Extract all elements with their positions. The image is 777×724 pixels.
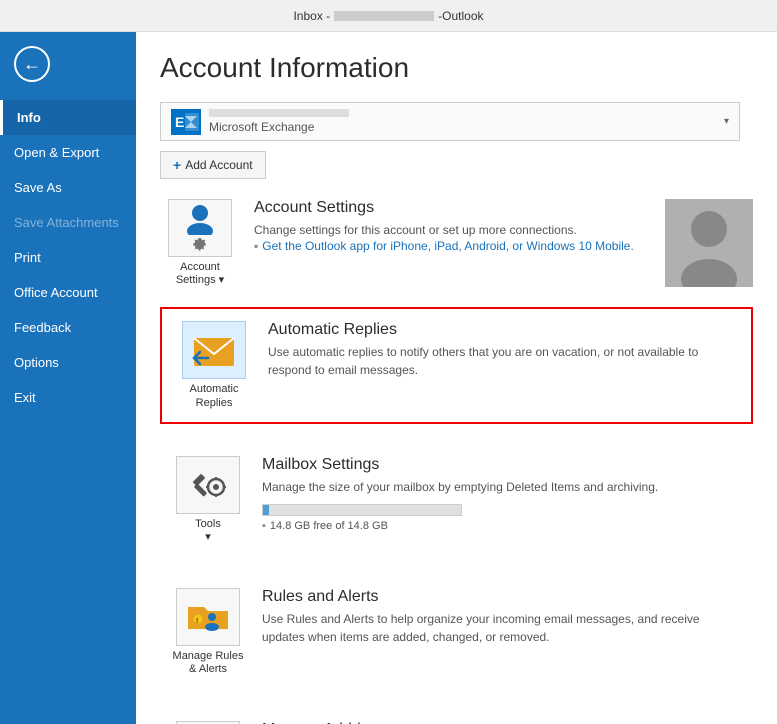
add-account-label: Add Account — [185, 158, 252, 172]
mailbox-settings-title: Mailbox Settings — [262, 456, 745, 474]
account-name-area: Microsoft Exchange — [209, 109, 716, 134]
account-dropdown-arrow-icon: ▾ — [724, 116, 729, 127]
mailbox-progress-container: 14.8 GB free of 14.8 GB — [262, 504, 745, 532]
automatic-replies-title: Automatic Replies — [268, 321, 739, 339]
account-email-redacted — [209, 109, 349, 117]
svg-text:E: E — [175, 114, 184, 130]
outlook-app-link[interactable]: Get the Outlook app for iPhone, iPad, An… — [254, 239, 665, 253]
mailbox-settings-card: Tools▾ Mailbox Settings Manage the size … — [160, 444, 753, 556]
account-settings-title: Account Settings — [254, 199, 665, 217]
sidebar-item-open-export[interactable]: Open & Export — [0, 135, 136, 170]
sidebar-item-office-account[interactable]: Office Account — [0, 275, 136, 310]
profile-silhouette-icon — [665, 199, 753, 287]
rules-alerts-icon-label: Manage Rules& Alerts — [173, 650, 244, 676]
account-settings-card: AccountSettings ▾ Account Settings Chang… — [160, 199, 753, 287]
automatic-replies-icon-area: AutomaticReplies — [174, 321, 254, 409]
app-name: Outlook — [442, 9, 483, 23]
sidebar-item-feedback[interactable]: Feedback — [0, 310, 136, 345]
back-circle-icon: ← — [14, 46, 50, 82]
inbox-label: Inbox - — [293, 9, 330, 23]
rules-icon: ! — [186, 599, 230, 635]
mailbox-settings-content: Mailbox Settings Manage the size of your… — [262, 456, 745, 532]
sidebar-nav: Info Open & Export Save As Save Attachme… — [0, 100, 136, 415]
mailbox-storage-label: 14.8 GB free of 14.8 GB — [262, 520, 745, 532]
content-area: Account Information E Microsoft Exchange… — [136, 32, 777, 724]
sidebar-item-options[interactable]: Options — [0, 345, 136, 380]
mailbox-progress-fill — [263, 505, 269, 515]
tools-icon — [188, 469, 228, 501]
exchange-logo-icon: E — [171, 109, 201, 135]
sidebar-item-save-attachments: Save Attachments — [0, 205, 136, 240]
automatic-replies-icon — [192, 332, 236, 368]
top-bar: Inbox - - Outlook — [0, 0, 777, 32]
mailbox-settings-icon-box — [176, 456, 240, 514]
rules-alerts-desc: Use Rules and Alerts to help organize yo… — [262, 610, 745, 646]
automatic-replies-desc: Use automatic replies to notify others t… — [268, 343, 739, 379]
exchange-icon-area: E — [171, 110, 201, 134]
page-title: Account Information — [160, 52, 753, 84]
account-settings-icon-box — [168, 199, 232, 257]
account-settings-icon-label: AccountSettings ▾ — [176, 261, 224, 287]
tools-icon-label: Tools▾ — [195, 518, 221, 544]
account-settings-content: Account Settings Change settings for thi… — [254, 199, 665, 253]
manage-addins-icon-area[interactable]: Manage Add-ins — [168, 721, 248, 724]
svg-text:!: ! — [196, 618, 198, 625]
manage-addins-icon-box — [176, 721, 240, 724]
account-selector[interactable]: E Microsoft Exchange ▾ — [160, 102, 740, 141]
automatic-replies-card[interactable]: AutomaticReplies Automatic Replies Use a… — [160, 307, 753, 423]
rules-alerts-icon-area[interactable]: ! Manage Rules& Alerts — [168, 588, 248, 676]
sidebar: ← Info Open & Export Save As Save Attach… — [0, 32, 136, 724]
manage-addins-content: Manage Add-ins Manage and acquire Web Ad… — [262, 721, 745, 724]
sidebar-item-exit[interactable]: Exit — [0, 380, 136, 415]
account-settings-desc: Change settings for this account or set … — [254, 221, 665, 239]
manage-addins-card: Manage Add-ins Manage Add-ins Manage and… — [160, 709, 753, 724]
account-type-label: Microsoft Exchange — [209, 120, 314, 134]
account-gear-icon — [192, 237, 208, 253]
rules-alerts-card: ! Manage Rules& Alerts Rules and Alerts … — [160, 576, 753, 688]
mailbox-settings-desc: Manage the size of your mailbox by empty… — [262, 478, 745, 496]
sidebar-item-print[interactable]: Print — [0, 240, 136, 275]
sidebar-item-info[interactable]: Info — [0, 100, 136, 135]
manage-addins-title: Manage Add-ins — [262, 721, 745, 724]
automatic-replies-icon-label: AutomaticReplies — [190, 383, 239, 409]
profile-photo — [665, 199, 753, 287]
rules-alerts-content: Rules and Alerts Use Rules and Alerts to… — [262, 588, 745, 646]
email-redacted — [334, 11, 434, 21]
automatic-replies-icon-box — [182, 321, 246, 379]
sidebar-item-save-as[interactable]: Save As — [0, 170, 136, 205]
automatic-replies-content: Automatic Replies Use automatic replies … — [268, 321, 739, 379]
rules-alerts-icon-box: ! — [176, 588, 240, 646]
plus-icon: + — [173, 157, 181, 173]
back-arrow-icon: ← — [23, 54, 41, 75]
account-person-icon — [181, 203, 219, 235]
mailbox-settings-icon-area[interactable]: Tools▾ — [168, 456, 248, 544]
add-account-button[interactable]: + Add Account — [160, 151, 266, 179]
back-button[interactable]: ← — [8, 40, 56, 88]
mailbox-progress-bar — [262, 504, 462, 516]
rules-alerts-title: Rules and Alerts — [262, 588, 745, 606]
account-settings-icon-area[interactable]: AccountSettings ▾ — [160, 199, 240, 287]
main-layout: ← Info Open & Export Save As Save Attach… — [0, 32, 777, 724]
